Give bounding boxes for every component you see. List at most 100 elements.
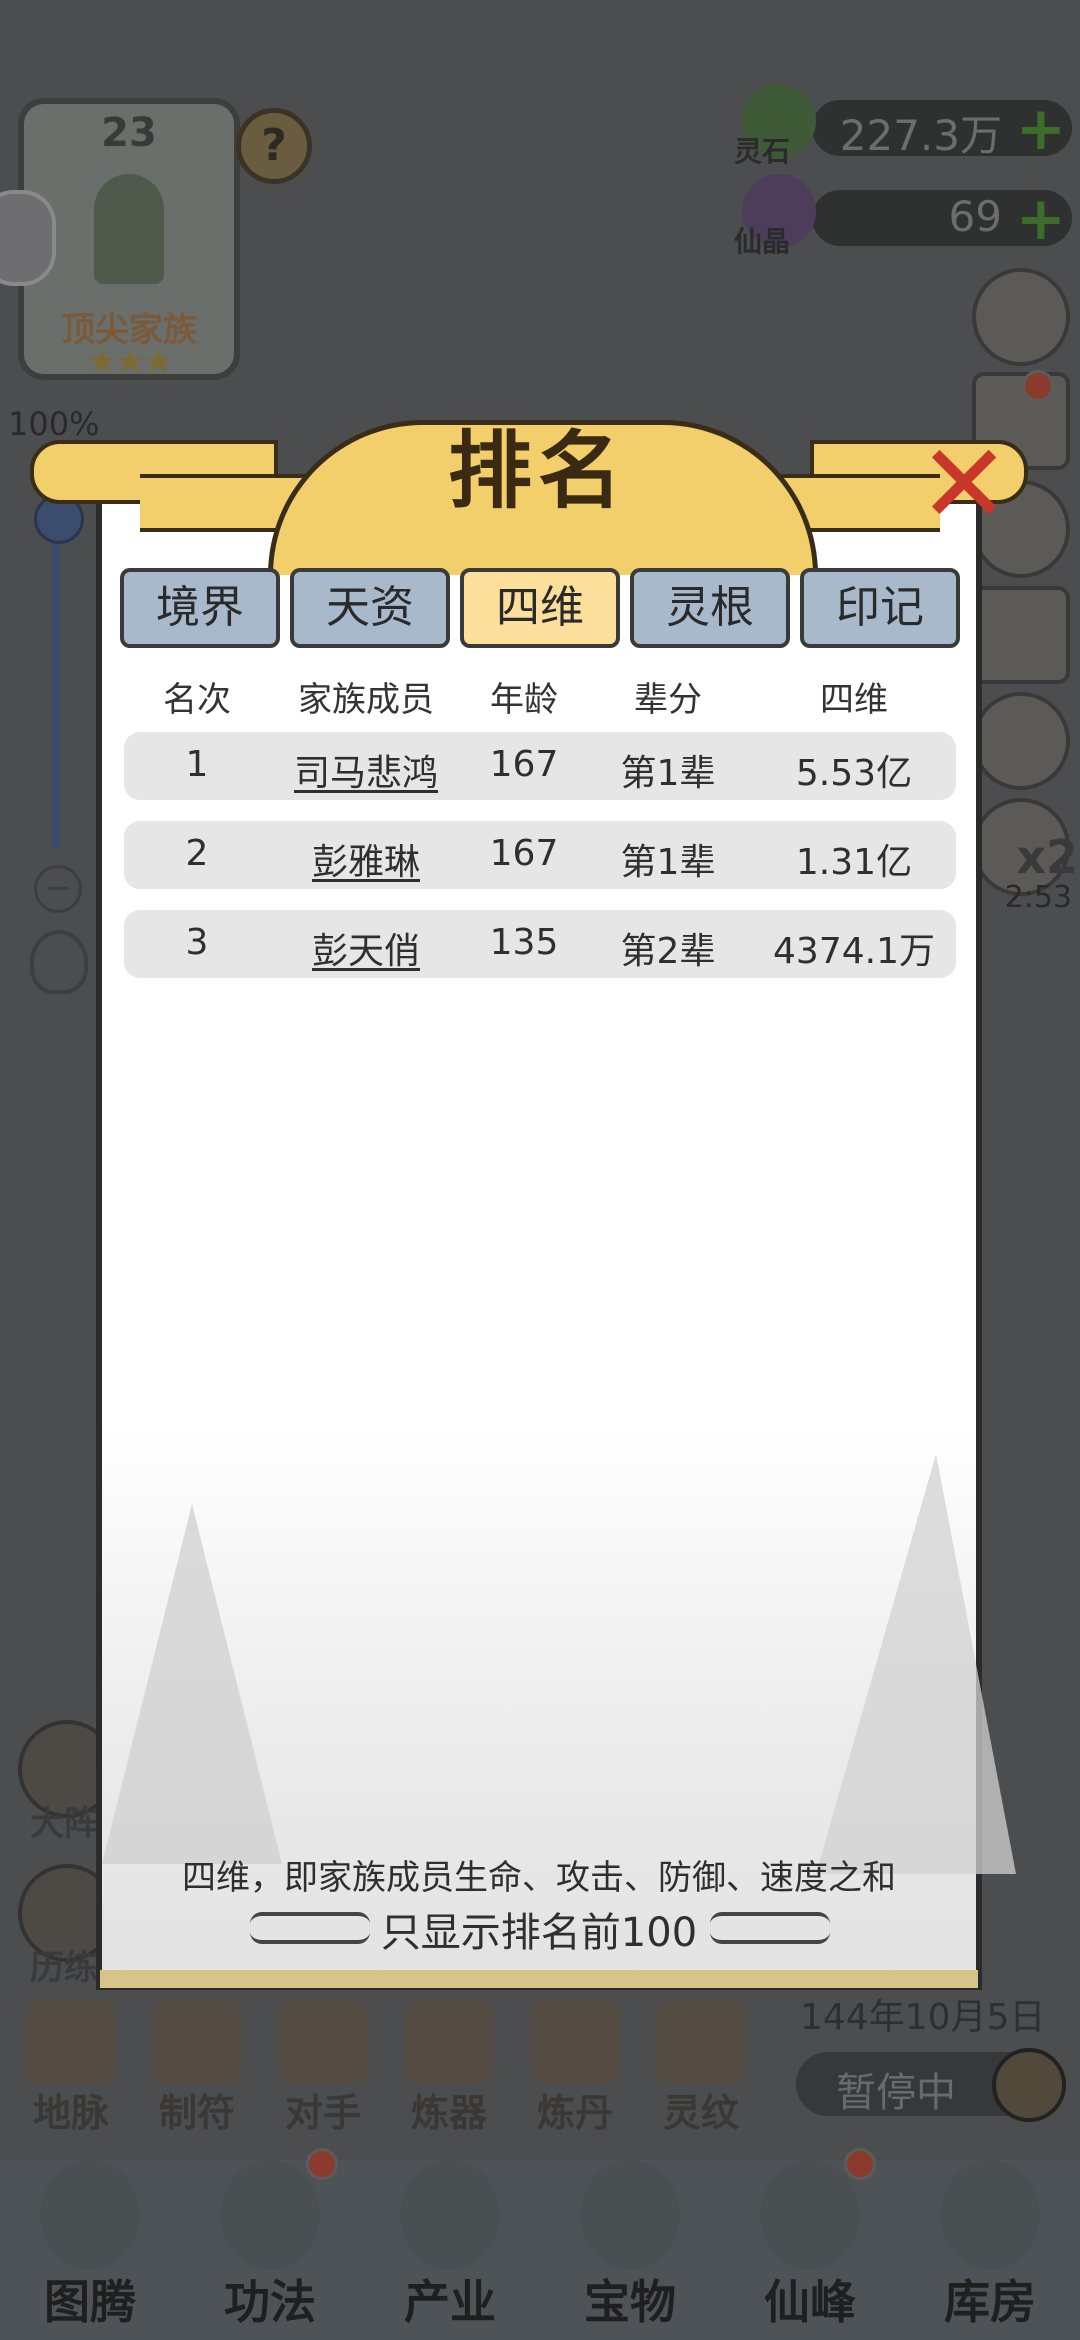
cauldron-icon xyxy=(530,2000,620,2084)
peak-icon xyxy=(760,2160,860,2270)
nav-totem[interactable]: 图腾 xyxy=(0,2160,180,2340)
spiral-icon xyxy=(656,2000,746,2084)
column-header: 名次 xyxy=(163,680,231,720)
table-header: 名次 家族成员 年龄 辈分 四维 xyxy=(124,672,958,722)
stat-total: 5.53亿 xyxy=(795,753,913,794)
talisman-icon xyxy=(152,2000,242,2084)
member-name-link[interactable]: 司马悲鸿 xyxy=(270,744,462,796)
mountain-decoration xyxy=(816,1454,1016,1874)
mountain-decoration xyxy=(102,1504,282,1864)
skill-alchemy[interactable]: 炼丹 xyxy=(520,2000,630,2135)
age: 135 xyxy=(489,922,559,963)
earth-vein-icon xyxy=(26,2000,116,2084)
notification-dot xyxy=(1022,370,1054,402)
skill-label: 炼丹 xyxy=(536,2091,613,2135)
stat-total: 1.31亿 xyxy=(795,842,913,883)
nav-storage[interactable]: 库房 xyxy=(900,2160,1080,2340)
cloud-swirl-icon xyxy=(710,1912,830,1944)
nav-label: 功法 xyxy=(224,2275,316,2329)
close-icon: ✕ xyxy=(918,420,1011,548)
age: 167 xyxy=(489,833,559,874)
rank: 1 xyxy=(185,744,209,785)
gate-icon xyxy=(278,2000,368,2084)
settings-yinyang-icon[interactable] xyxy=(972,268,1070,366)
generation: 第1辈 xyxy=(620,842,716,883)
skill-earth-vein[interactable]: 地脉 xyxy=(16,2000,126,2135)
skill-label: 灵纹 xyxy=(662,2091,739,2135)
book-icon[interactable] xyxy=(972,586,1070,684)
zoom-out-button[interactable]: − xyxy=(34,865,82,913)
rank: 2 xyxy=(185,833,209,874)
sack-icon xyxy=(940,2160,1040,2270)
speed-timer: 2:53 xyxy=(1004,880,1072,915)
skill-label: 制符 xyxy=(158,2091,235,2135)
add-spirit-stone-button[interactable]: + xyxy=(1016,94,1066,164)
tab-spirit-root[interactable]: 灵根 xyxy=(630,568,790,648)
resource-value: 227.3万 xyxy=(839,111,1002,160)
notification-dot xyxy=(306,2148,338,2180)
generation: 第2辈 xyxy=(620,931,716,972)
game-date: 144年10月5日 xyxy=(800,1997,1046,2038)
tab-realm[interactable]: 境界 xyxy=(120,568,280,648)
skill-label: 炼器 xyxy=(410,2091,487,2135)
nav-label: 库房 xyxy=(944,2275,1036,2329)
rank: 3 xyxy=(185,922,209,963)
help-button[interactable]: ? xyxy=(236,108,312,184)
generation: 第1辈 xyxy=(620,753,716,794)
nav-technique[interactable]: 功法 xyxy=(180,2160,360,2340)
skill-spirit-pattern[interactable]: 灵纹 xyxy=(646,2000,756,2135)
nav-peak[interactable]: 仙峰 xyxy=(720,2160,900,2340)
stat-explanation: 四维，即家族成员生命、攻击、防御、速度之和 xyxy=(182,1858,896,1898)
family-level: 23 xyxy=(101,110,157,156)
add-immortal-crystal-button[interactable]: + xyxy=(1016,184,1066,254)
skill-label: 地脉 xyxy=(32,2091,109,2135)
nav-label: 产业 xyxy=(404,2275,496,2329)
family-stars: ★★★ xyxy=(86,342,173,382)
resource-label: 仙晶 xyxy=(734,225,791,258)
tab-mark[interactable]: 印记 xyxy=(800,568,960,648)
age: 167 xyxy=(489,744,559,785)
flame-book-icon xyxy=(220,2160,320,2270)
table-row: 2 彭雅琳 167 第1辈 1.31亿 xyxy=(124,821,956,889)
pause-label: 暂停中 xyxy=(836,2070,956,2116)
bag-icon[interactable] xyxy=(972,692,1070,790)
column-header: 家族成员 xyxy=(298,680,434,720)
close-button[interactable]: ✕ xyxy=(918,429,1010,539)
water-drop-icon[interactable] xyxy=(30,930,88,994)
tab-talent[interactable]: 天资 xyxy=(290,568,450,648)
column-header: 年龄 xyxy=(490,680,558,720)
limit-note: 只显示排名前100 xyxy=(380,1910,698,1956)
nav-label: 图腾 xyxy=(44,2275,136,2329)
spirit-stone-resource: 灵石 227.3万 + xyxy=(734,84,1072,168)
skill-talisman[interactable]: 制符 xyxy=(142,2000,252,2135)
table-row: 1 司马悲鸿 167 第1辈 5.53亿 xyxy=(124,732,956,800)
resource-label: 灵石 xyxy=(734,135,791,168)
trial-label: 历练 xyxy=(30,1948,98,1988)
dialog-trim xyxy=(100,1970,978,1988)
member-name-link[interactable]: 彭雅琳 xyxy=(270,833,462,885)
willow-tree-icon xyxy=(94,174,164,284)
ranking-tabs: 境界 天资 四维 灵根 印记 xyxy=(120,568,962,650)
nav-label: 宝物 xyxy=(584,2275,676,2329)
formation-label: 大阵 xyxy=(30,1804,98,1844)
zoom-percent: 100% xyxy=(8,405,100,443)
dialog-title: 排名 xyxy=(447,422,628,520)
bottom-nav: 图腾 功法 产业 宝物 仙峰 库房 xyxy=(0,2160,1080,2340)
totem-icon xyxy=(40,2160,140,2270)
nav-industry[interactable]: 产业 xyxy=(360,2160,540,2340)
pause-toggle[interactable]: 暂停中 xyxy=(796,2048,1066,2122)
avatar[interactable] xyxy=(0,190,56,286)
forging-scroll-icon xyxy=(404,2000,494,2084)
table-row: 3 彭天俏 135 第2辈 4374.1万 xyxy=(124,910,956,978)
skill-forging[interactable]: 炼器 xyxy=(394,2000,504,2135)
immortal-crystal-resource: 仙晶 69 + xyxy=(734,174,1072,258)
skill-bar: 地脉 制符 对手 炼器 炼丹 灵纹 xyxy=(16,2000,776,2135)
notification-dot xyxy=(844,2148,876,2180)
stat-total: 4374.1万 xyxy=(773,931,935,972)
mountain-icon xyxy=(400,2160,500,2270)
member-name-link[interactable]: 彭天俏 xyxy=(270,922,462,974)
play-icon[interactable] xyxy=(992,2048,1066,2122)
skill-opponent[interactable]: 对手 xyxy=(268,2000,378,2135)
nav-treasure[interactable]: 宝物 xyxy=(540,2160,720,2340)
tab-four-stats[interactable]: 四维 xyxy=(460,568,620,648)
